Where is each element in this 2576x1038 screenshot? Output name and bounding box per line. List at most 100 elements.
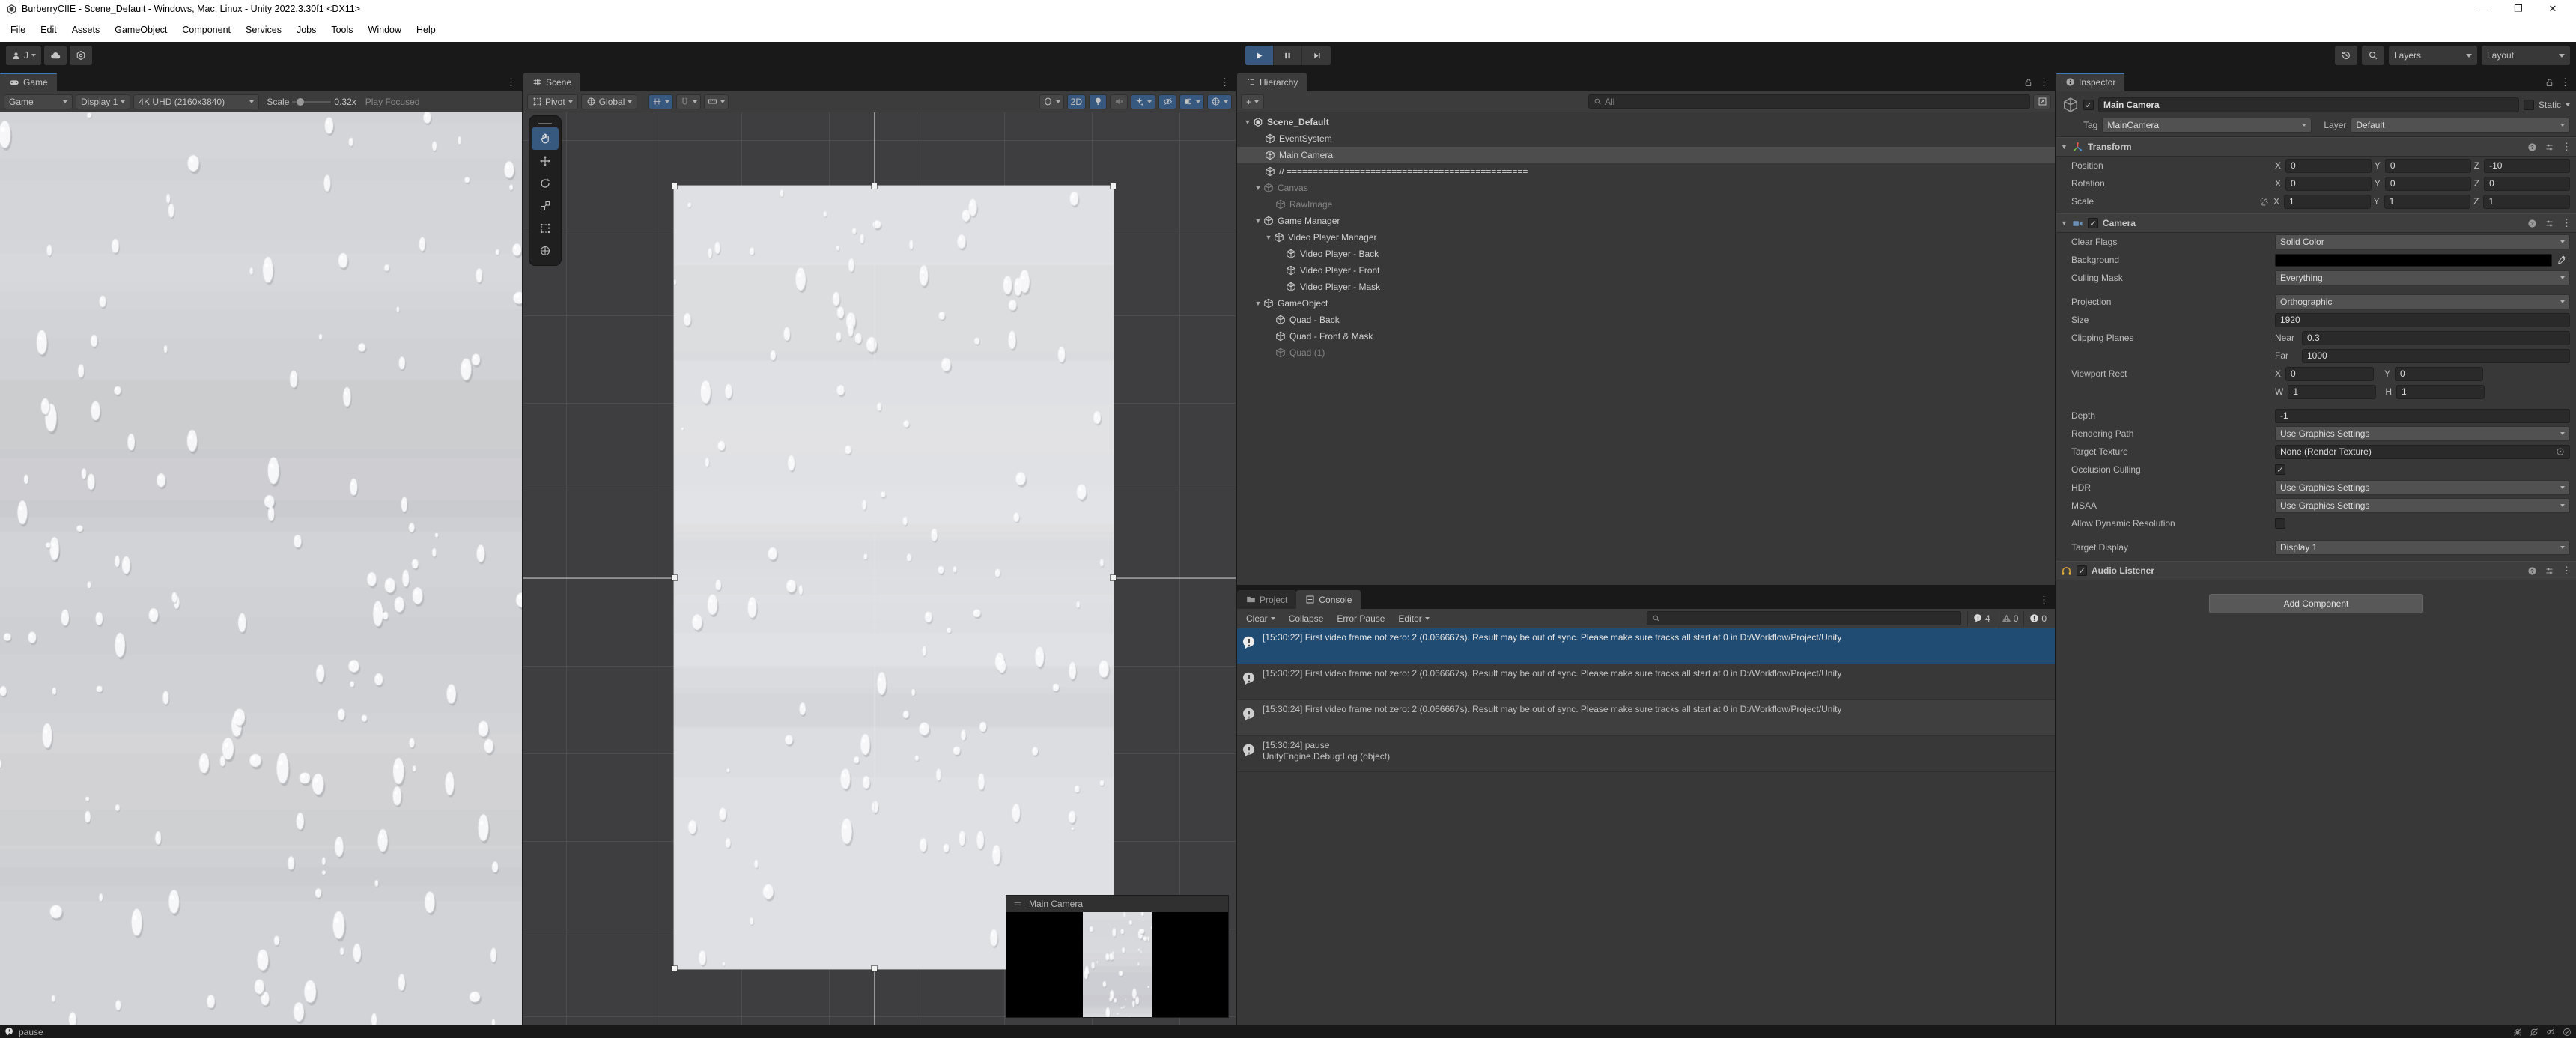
scene-view[interactable]: Main Camera	[523, 112, 1236, 1025]
camera-component-header[interactable]: ▼ ✓ Camera ⋮	[2056, 213, 2576, 233]
selection-handle[interactable]	[872, 966, 877, 971]
msaa-dropdown[interactable]: Use Graphics Settings	[2275, 498, 2570, 513]
snap-toggle-button[interactable]	[676, 94, 701, 109]
move-tool-button[interactable]	[532, 150, 559, 172]
audio-listener-header[interactable]: ✓ Audio Listener ⋮	[2056, 561, 2576, 580]
static-checkbox[interactable]	[2524, 100, 2534, 110]
transform-tool-button[interactable]	[532, 240, 559, 262]
hierarchy-item[interactable]: Video Player - Front	[1237, 262, 2055, 279]
selection-handle[interactable]	[672, 183, 677, 189]
log-entry[interactable]: [15:30:22] First video frame not zero: 2…	[1237, 664, 2055, 700]
selection-handle[interactable]	[872, 183, 877, 189]
version-control-button[interactable]	[70, 46, 92, 65]
static-dropdown-icon[interactable]	[2566, 103, 2570, 106]
layout-dropdown[interactable]: Layout	[2482, 46, 2570, 65]
preset-icon[interactable]	[2545, 219, 2554, 228]
position-y-field[interactable]: 0	[2385, 159, 2471, 173]
log-entry[interactable]: [15:30:24] First video frame not zero: 2…	[1237, 700, 2055, 736]
scene-camera-settings-dropdown[interactable]	[1039, 94, 1064, 109]
help-icon[interactable]	[2527, 566, 2537, 576]
minimize-button[interactable]: —	[2467, 0, 2501, 18]
rect-tool-button[interactable]	[532, 217, 559, 240]
scale-slider[interactable]	[292, 101, 331, 103]
global-dropdown[interactable]: Global	[581, 94, 638, 109]
preset-icon[interactable]	[2545, 566, 2554, 576]
gizmos-dropdown[interactable]	[1207, 94, 1232, 109]
add-component-button[interactable]: Add Component	[2209, 594, 2423, 613]
debugger-detached-icon[interactable]	[2513, 1028, 2522, 1037]
layer-dropdown[interactable]: Default	[2351, 118, 2570, 133]
rotate-tool-button[interactable]	[532, 172, 559, 195]
scale-z-field[interactable]: 1	[2483, 195, 2570, 209]
component-menu-icon[interactable]: ⋮	[2562, 141, 2572, 153]
tab-inspector[interactable]: Inspector	[2056, 73, 2124, 91]
lighting-toggle-button[interactable]	[1089, 94, 1107, 109]
position-x-field[interactable]: 0	[2285, 159, 2372, 173]
foldout-arrow-icon[interactable]: ▼	[2061, 143, 2068, 151]
selection-handle[interactable]	[672, 966, 677, 971]
console-search-input[interactable]	[1647, 611, 1961, 625]
game-resolution-dropdown[interactable]: 4K UHD (2160x3840)	[133, 94, 259, 109]
search-button[interactable]	[2362, 46, 2384, 65]
lock-icon[interactable]	[2023, 78, 2033, 88]
game-panel-menu-icon[interactable]: ⋮	[506, 76, 516, 88]
game-view[interactable]	[0, 112, 522, 1025]
background-color-swatch[interactable]	[2275, 254, 2552, 267]
log-entry-selected[interactable]: [15:30:22] First video frame not zero: 2…	[1237, 628, 2055, 664]
menu-help[interactable]: Help	[409, 18, 443, 42]
scale-tool-button[interactable]	[532, 195, 559, 217]
hierarchy-item[interactable]: Quad - Front & Mask	[1237, 328, 2055, 345]
expand-arrow-icon[interactable]: ▼	[1264, 234, 1273, 241]
active-checkbox[interactable]: ✓	[2083, 100, 2094, 110]
clear-flags-dropdown[interactable]: Solid Color	[2275, 234, 2570, 249]
allow-dynamic-resolution-checkbox[interactable]	[2275, 518, 2285, 529]
tag-dropdown[interactable]: MainCamera	[2102, 118, 2312, 133]
overlay-drag-handle[interactable]	[532, 118, 559, 126]
warning-count-toggle[interactable]: 0	[1996, 611, 2024, 626]
status-message[interactable]: pause	[19, 1027, 43, 1037]
cloud-services-button[interactable]	[44, 46, 67, 65]
viewport-w-field[interactable]: 1	[2288, 385, 2376, 399]
size-field[interactable]: 1920	[2275, 313, 2570, 327]
hidden-objects-button[interactable]	[1158, 94, 1176, 109]
tab-scene[interactable]: Scene	[523, 73, 580, 91]
hierarchy-item[interactable]: // =====================================…	[1237, 163, 2055, 180]
culling-mask-dropdown[interactable]: Everything	[2275, 270, 2570, 285]
snap-increment-button[interactable]	[704, 94, 729, 109]
camera-preview-overlay[interactable]: Main Camera	[1006, 896, 1228, 1017]
expand-arrow-icon[interactable]: ▼	[1254, 184, 1263, 192]
object-picker-icon[interactable]	[2556, 447, 2565, 456]
auto-refresh-off-icon[interactable]	[2530, 1028, 2539, 1037]
hdr-dropdown[interactable]: Use Graphics Settings	[2275, 480, 2570, 495]
help-icon[interactable]	[2527, 219, 2537, 228]
hierarchy-item-scene[interactable]: ▼ Scene_Default	[1237, 114, 2055, 130]
pivot-dropdown[interactable]: Pivot	[527, 94, 578, 109]
hierarchy-item[interactable]: EventSystem	[1237, 130, 2055, 147]
hierarchy-item[interactable]: Video Player - Back	[1237, 246, 2055, 262]
clear-button[interactable]: Clear	[1240, 609, 1281, 628]
camera-enabled-checkbox[interactable]: ✓	[2088, 218, 2098, 228]
depth-field[interactable]: -1	[2275, 409, 2570, 423]
rotation-x-field[interactable]: 0	[2285, 177, 2372, 191]
grid-visibility-button[interactable]	[648, 94, 673, 109]
expand-arrow-icon[interactable]: ▼	[1254, 300, 1263, 307]
undo-history-button[interactable]	[2335, 46, 2357, 65]
near-clip-field[interactable]: 0.3	[2302, 331, 2570, 345]
tab-game[interactable]: Game	[0, 73, 57, 91]
menu-gameobject[interactable]: GameObject	[107, 18, 174, 42]
preset-icon[interactable]	[2545, 142, 2554, 152]
lock-icon[interactable]	[2545, 78, 2554, 88]
menu-window[interactable]: Window	[361, 18, 409, 42]
inspector-menu-icon[interactable]: ⋮	[2560, 76, 2570, 88]
scene-panel-menu-icon[interactable]: ⋮	[1220, 76, 1230, 88]
hierarchy-item-disabled[interactable]: Quad (1)	[1237, 345, 2055, 361]
info-count-toggle[interactable]: 4	[1967, 611, 1996, 626]
viewport-y-field[interactable]: 0	[2395, 367, 2483, 381]
help-icon[interactable]	[2527, 142, 2537, 152]
collapse-button[interactable]: Collapse	[1283, 609, 1330, 628]
create-object-dropdown[interactable]: +	[1241, 94, 1264, 109]
gameobject-cube-icon[interactable]	[2062, 97, 2079, 113]
target-texture-field[interactable]: None (Render Texture)	[2275, 445, 2570, 459]
mode-2d-button[interactable]: 2D	[1067, 94, 1086, 109]
hierarchy-item[interactable]: Video Player - Mask	[1237, 279, 2055, 295]
